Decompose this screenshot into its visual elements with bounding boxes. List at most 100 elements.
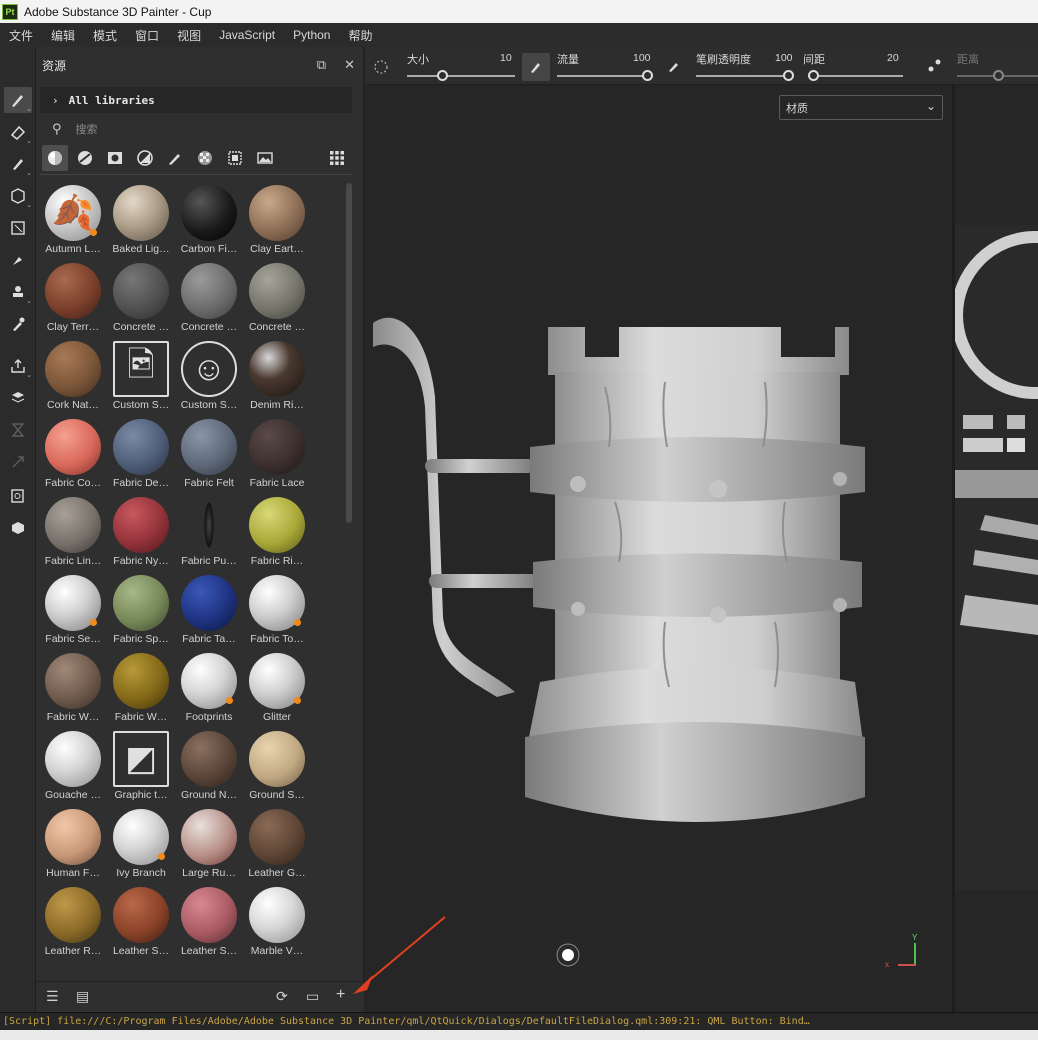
asset-item[interactable]: Clay Eart… [244,181,310,259]
size-slider-handle[interactable] [437,70,448,81]
geometry-fill-tool[interactable]: ⌄ [4,183,32,209]
3d-view-tool[interactable] [4,515,32,541]
color-picker-tool[interactable] [4,311,32,337]
asset-item[interactable]: Fabric W… [108,649,174,727]
asset-item[interactable]: Clay Terr… [40,259,106,337]
asset-item[interactable]: Baked Lig… [108,181,174,259]
asset-item[interactable]: Gouache … [40,727,106,805]
distance-slider-handle[interactable] [993,70,1004,81]
asset-item[interactable]: Leather S… [176,883,242,961]
asset-item[interactable]: ☺ Custom S… [176,337,242,415]
asset-item[interactable]: Ivy Branch [108,805,174,883]
menu-javascript[interactable]: JavaScript [210,28,284,42]
asset-item[interactable]: Fabric Ta… [176,571,242,649]
brush-shape-icon[interactable] [373,59,389,75]
asset-item[interactable]: 🍂 Autumn L… [40,181,106,259]
menu-file[interactable]: 文件 [0,27,42,44]
asset-item[interactable]: Fabric Pu… [176,493,242,571]
brush-preset-button[interactable] [522,53,550,81]
asset-item[interactable]: Fabric Felt [176,415,242,493]
size-value[interactable]: 10 [500,52,512,64]
asset-item[interactable]: Ground S… [244,727,310,805]
channel-mode-dropdown[interactable]: 材质 ⌄ [779,95,943,120]
brush-opacity-slider[interactable] [696,75,788,77]
flow-slider-handle[interactable] [642,70,653,81]
spacing-slider[interactable] [808,75,903,77]
menu-edit[interactable]: 编辑 [42,27,84,44]
undock-icon[interactable]: ⧉ [317,57,326,73]
asset-item[interactable]: Fabric W… [40,649,106,727]
filter-list-icon[interactable]: ▤ [76,988,89,1005]
texture-set-tool[interactable] [4,483,32,509]
filter-all[interactable] [324,145,350,171]
menu-python[interactable]: Python [284,28,339,42]
asset-item[interactable]: Cork Nat… [40,337,106,415]
asset-item[interactable]: Carbon Fi… [176,181,242,259]
folder-icon[interactable]: ▭ [306,988,319,1005]
menu-window[interactable]: 窗口 [126,27,168,44]
flow-slider[interactable] [557,75,649,77]
close-icon[interactable]: ✕ [344,57,355,73]
asset-item[interactable]: Fabric To… [244,571,310,649]
brush-opacity-value[interactable]: 100 [775,52,793,64]
brush-opacity-slider-handle[interactable] [783,70,794,81]
menu-help[interactable]: 帮助 [339,27,381,44]
asset-item[interactable]: Leather R… [40,883,106,961]
add-resource-button[interactable]: + [336,986,345,1004]
asset-item[interactable]: Large Ru… [176,805,242,883]
asset-item[interactable]: Fabric Lin… [40,493,106,571]
asset-item[interactable]: Leather S… [108,883,174,961]
viewport[interactable]: 大小 10 流量 100 笔刷透明度 100 间距 20 距离 材质 ⌄ Y x [353,47,1038,1012]
asset-search[interactable]: ⚲ 搜索 [40,117,352,141]
paint-brush-tool[interactable]: ⌄ [4,87,32,113]
filter-smart-masks[interactable] [132,145,158,171]
asset-item[interactable]: Footprints [176,649,242,727]
mug-3d-model[interactable] [365,287,885,847]
asset-item[interactable]: Fabric Se… [40,571,106,649]
asset-item[interactable]: Concrete … [108,259,174,337]
asset-item[interactable]: Fabric Ri… [244,493,310,571]
asset-item[interactable]: Ground N… [176,727,242,805]
uv-view[interactable] [955,225,1038,890]
filter-environments[interactable] [252,145,278,171]
projection-tool[interactable]: ⌄ [4,151,32,177]
filter-alphas[interactable] [192,145,218,171]
asset-item[interactable]: Fabric Lace [244,415,310,493]
sort-list-icon[interactable]: ☰ [46,988,59,1005]
asset-item[interactable]: Fabric Co… [40,415,106,493]
flow-value[interactable]: 100 [633,52,651,64]
asset-scrollbar[interactable] [346,183,352,523]
smudge-tool[interactable] [4,247,32,273]
export-tool[interactable]: ⌄ [4,353,32,379]
filter-textures[interactable] [222,145,248,171]
eraser-tool[interactable]: ⌄ [4,119,32,145]
search-input[interactable]: 搜索 [76,121,98,137]
menu-mode[interactable]: 模式 [84,27,126,44]
asset-item[interactable]: Concrete … [244,259,310,337]
asset-item[interactable]: ◩ Graphic t… [108,727,174,805]
bake-tool[interactable] [4,385,32,411]
filter-brushes[interactable] [162,145,188,171]
asset-item[interactable]: 🖻 Custom S… [108,337,174,415]
asset-item[interactable]: Human F… [40,805,106,883]
asset-item[interactable]: Fabric Sp… [108,571,174,649]
refresh-icon[interactable]: ⟳ [276,988,288,1005]
library-selector[interactable]: › All libraries [40,87,352,113]
asset-item[interactable]: Concrete … [176,259,242,337]
spacing-slider-handle[interactable] [808,70,819,81]
asset-item[interactable]: Fabric Ny… [108,493,174,571]
asset-item[interactable]: Marble V… [244,883,310,961]
asset-item[interactable]: Leather G… [244,805,310,883]
asset-item[interactable]: Glitter [244,649,310,727]
asset-item[interactable]: Denim Ri… [244,337,310,415]
size-slider[interactable] [407,75,515,77]
clone-tool[interactable]: ⌄ [4,279,32,305]
menu-view[interactable]: 视图 [168,27,210,44]
filter-masks[interactable] [102,145,128,171]
spacing-value[interactable]: 20 [887,52,899,64]
filter-smart-materials[interactable] [72,145,98,171]
filter-materials[interactable] [42,145,68,171]
environment-light-icon[interactable] [555,942,581,968]
scatter-icon[interactable] [927,57,943,73]
asset-item[interactable]: Fabric De… [108,415,174,493]
